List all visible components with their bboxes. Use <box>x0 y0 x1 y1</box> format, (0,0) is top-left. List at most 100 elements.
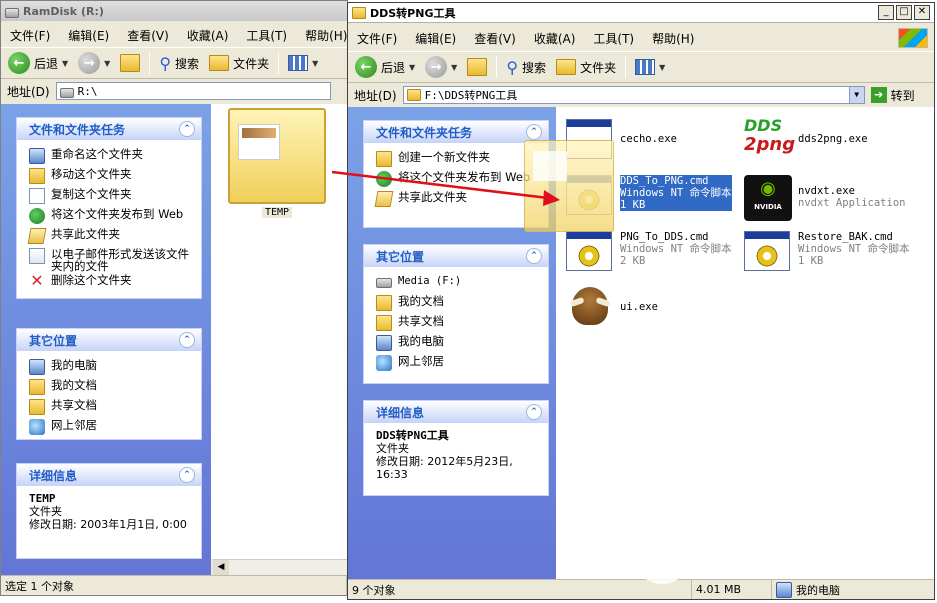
menu-favorites[interactable]: 收藏(A) <box>178 27 238 44</box>
place-my-documents[interactable]: 我的文档 <box>376 293 538 313</box>
task-share[interactable]: 共享此文件夹 <box>27 226 191 246</box>
collapse-icon[interactable]: ⌃ <box>179 121 195 137</box>
computer-icon <box>776 581 792 598</box>
task-copy[interactable]: 复制这个文件夹 <box>29 186 191 206</box>
task-delete[interactable]: ✕ 删除这个文件夹 <box>29 272 191 292</box>
details-header[interactable]: 详细信息 ⌃ <box>17 464 201 486</box>
file-type: nvdxt Application <box>798 197 906 209</box>
menu-favorites[interactable]: 收藏(A) <box>525 30 585 47</box>
file-item[interactable]: PNG_To_DDS.cmd Windows NT 命令脚本 2 KB <box>566 231 732 277</box>
left-menubar: 文件(F) 编辑(E) 查看(V) 收藏(A) 工具(T) 帮助(H) <box>1 25 347 45</box>
place-network[interactable]: 网上邻居 <box>376 353 538 373</box>
left-explorer-window: RamDisk (R:) 文件(F) 编辑(E) 查看(V) 收藏(A) 工具(… <box>0 0 348 596</box>
place-shared-documents[interactable]: 共享文档 <box>29 397 191 417</box>
other-places-header[interactable]: 其它位置 ⌃ <box>17 329 201 351</box>
chevron-down-icon[interactable]: ▼ <box>409 63 415 72</box>
place-label: 共享文档 <box>51 398 97 412</box>
left-tasks-header[interactable]: 文件和文件夹任务 ⌃ <box>17 118 201 140</box>
other-places-header[interactable]: 其它位置 ⌃ <box>364 245 548 267</box>
right-statusbar: 9 个对象 4.01 MB 我的电脑 <box>348 579 934 599</box>
left-hscrollbar[interactable]: ◀ <box>213 559 347 575</box>
folders-button[interactable]: 文件夹 <box>206 53 272 74</box>
menu-view[interactable]: 查看(V) <box>118 27 178 44</box>
place-label: 网上邻居 <box>398 354 444 368</box>
search-button[interactable]: ⚲ 搜索 <box>503 56 549 79</box>
cmd-script-icon <box>566 231 614 277</box>
right-tasks-header[interactable]: 文件和文件夹任务 ⌃ <box>364 121 548 143</box>
collapse-icon[interactable]: ⌃ <box>526 124 542 140</box>
detail-name: TEMP <box>29 492 56 505</box>
go-button[interactable]: ➜ 转到 <box>870 87 915 104</box>
maximize-icon[interactable]: □ <box>896 5 912 20</box>
place-my-computer[interactable]: 我的电脑 <box>376 333 538 353</box>
menu-help[interactable]: 帮助(H) <box>643 30 703 47</box>
task-share[interactable]: 共享此文件夹 <box>374 189 538 209</box>
computer-icon <box>376 335 392 351</box>
right-titlebar[interactable]: DDS转PNG工具 _ □ ✕ <box>348 3 934 23</box>
left-titlebar[interactable]: RamDisk (R:) <box>1 1 347 21</box>
place-label: 共享文档 <box>398 314 444 328</box>
scroll-left-icon[interactable]: ◀ <box>213 560 229 575</box>
place-media-drive[interactable]: Media (F:) <box>376 273 538 293</box>
mammoth-character-icon <box>566 283 614 329</box>
menu-tools[interactable]: 工具(T) <box>584 30 643 47</box>
menu-file[interactable]: 文件(F) <box>1 27 59 44</box>
task-label: 将这个文件夹发布到 Web <box>398 170 531 184</box>
file-item[interactable]: Restore_BAK.cmd Windows NT 命令脚本 1 KB <box>744 231 910 277</box>
folders-button[interactable]: 文件夹 <box>553 57 619 78</box>
back-button[interactable]: ← 后退 ▼ <box>352 54 418 80</box>
file-item[interactable]: ui.exe <box>566 283 658 329</box>
task-label: 共享此文件夹 <box>398 190 467 204</box>
task-label: 移动这个文件夹 <box>51 167 132 181</box>
forward-button[interactable]: → ▼ <box>75 50 113 76</box>
task-new-folder[interactable]: 创建一个新文件夹 <box>376 149 538 169</box>
chevron-down-icon[interactable]: ▼ <box>659 63 665 72</box>
views-button[interactable]: ▼ <box>632 57 668 77</box>
details-header[interactable]: 详细信息 ⌃ <box>364 401 548 423</box>
left-statusbar: 选定 1 个对象 <box>1 575 347 595</box>
task-publish[interactable]: 将这个文件夹发布到 Web <box>29 206 191 226</box>
address-input[interactable]: F:\DDS转PNG工具 ▼ <box>402 86 865 104</box>
chevron-down-icon[interactable]: ▼ <box>312 59 318 68</box>
menu-tools[interactable]: 工具(T) <box>237 27 296 44</box>
collapse-icon[interactable]: ⌃ <box>526 248 542 264</box>
menu-edit[interactable]: 编辑(E) <box>59 27 118 44</box>
task-publish[interactable]: 将这个文件夹发布到 Web <box>376 169 538 189</box>
place-network[interactable]: 网上邻居 <box>29 417 191 437</box>
collapse-icon[interactable]: ⌃ <box>526 404 542 420</box>
menu-edit[interactable]: 编辑(E) <box>406 30 465 47</box>
file-item[interactable]: ◉ NVIDIA nvdxt.exe nvdxt Application <box>744 175 905 221</box>
close-icon[interactable]: ✕ <box>914 5 930 20</box>
menu-help[interactable]: 帮助(H) <box>296 27 347 44</box>
up-button[interactable] <box>464 56 490 78</box>
address-dropdown-icon[interactable]: ▼ <box>848 87 864 103</box>
task-move[interactable]: 移动这个文件夹 <box>29 166 191 186</box>
collapse-icon[interactable]: ⌃ <box>179 467 195 483</box>
task-label: 复制这个文件夹 <box>51 187 132 201</box>
up-button[interactable] <box>117 52 143 74</box>
collapse-icon[interactable]: ⌃ <box>179 332 195 348</box>
nvidia-logo-icon: ◉ NVIDIA <box>744 175 792 221</box>
minimize-icon[interactable]: _ <box>878 5 894 20</box>
menu-file[interactable]: 文件(F) <box>348 30 406 47</box>
back-label: 后退 <box>34 56 59 71</box>
file-item[interactable]: DDS 2png dds2png.exe <box>744 117 868 163</box>
place-shared-documents[interactable]: 共享文档 <box>376 313 538 333</box>
task-email[interactable]: 以电子邮件形式发送该文件夹内的文件 <box>29 246 191 272</box>
place-my-documents[interactable]: 我的文档 <box>29 377 191 397</box>
views-button[interactable]: ▼ <box>285 53 321 73</box>
back-button[interactable]: ← 后退 ▼ <box>5 50 71 76</box>
place-my-computer[interactable]: 我的电脑 <box>29 357 191 377</box>
folder-item-temp[interactable]: TEMP <box>227 108 327 218</box>
chevron-down-icon[interactable]: ▼ <box>451 63 457 72</box>
chevron-down-icon[interactable]: ▼ <box>104 59 110 68</box>
chevron-down-icon[interactable]: ▼ <box>62 59 68 68</box>
search-button[interactable]: ⚲ 搜索 <box>156 52 202 75</box>
address-input[interactable]: R:\ <box>55 82 331 100</box>
task-rename[interactable]: 重命名这个文件夹 <box>29 146 191 166</box>
views-icon <box>635 59 656 75</box>
forward-button[interactable]: → ▼ <box>422 54 460 80</box>
detail-type: 文件夹 <box>29 505 62 518</box>
share-folder-icon <box>27 228 47 244</box>
menu-view[interactable]: 查看(V) <box>465 30 525 47</box>
